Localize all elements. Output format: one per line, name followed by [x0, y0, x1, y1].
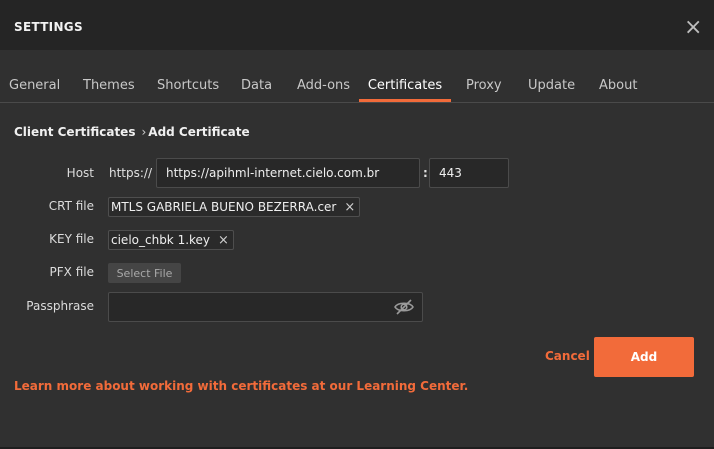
- port-input-value: 443: [439, 166, 462, 180]
- tab-certificates[interactable]: Certificates: [359, 78, 451, 102]
- crt-file-name: MTLS GABRIELA BUENO BEZERRA.cer: [111, 200, 337, 214]
- select-file-button[interactable]: Select File: [108, 263, 181, 283]
- tab-data[interactable]: Data: [241, 78, 272, 102]
- passphrase-label: Passphrase: [26, 299, 94, 313]
- host-label: Host: [66, 166, 94, 180]
- host-input[interactable]: https://apihml-internet.cielo.com.br: [156, 158, 420, 188]
- cancel-button[interactable]: Cancel: [545, 349, 590, 363]
- crt-file-label: CRT file: [48, 199, 94, 213]
- breadcrumb-separator-icon: ›: [141, 125, 147, 139]
- host-port-separator: :: [423, 166, 428, 180]
- close-icon[interactable]: ×: [218, 233, 229, 248]
- close-icon[interactable]: ×: [344, 200, 355, 215]
- dialog-header: SETTINGS ×: [0, 0, 714, 50]
- breadcrumb-add-certificate: Add Certificate: [148, 125, 250, 139]
- key-file-chip: cielo_chbk 1.key ×: [108, 230, 234, 250]
- tab-general[interactable]: General: [9, 78, 60, 102]
- pfx-file-label: PFX file: [49, 265, 94, 279]
- tab-themes[interactable]: Themes: [83, 78, 135, 102]
- tab-shortcuts[interactable]: Shortcuts: [157, 78, 219, 102]
- tab-proxy[interactable]: Proxy: [466, 78, 502, 102]
- close-icon[interactable]: ×: [684, 17, 702, 39]
- dialog-title: SETTINGS: [14, 20, 83, 34]
- tab-update[interactable]: Update: [528, 78, 575, 102]
- eye-off-icon[interactable]: [393, 298, 415, 316]
- add-button[interactable]: Add: [594, 337, 694, 377]
- passphrase-input[interactable]: [108, 292, 423, 322]
- learning-center-link[interactable]: Learn more about working with certificat…: [14, 379, 468, 393]
- breadcrumb: Client Certificates › Add Certificate: [14, 125, 250, 139]
- key-file-name: cielo_chbk 1.key: [111, 233, 211, 247]
- settings-tabs: General Themes Shortcuts Data Add-ons Ce…: [0, 68, 714, 103]
- crt-file-chip: MTLS GABRIELA BUENO BEZERRA.cer ×: [108, 197, 361, 217]
- host-protocol-prefix: https://: [109, 166, 153, 180]
- tab-add-ons[interactable]: Add-ons: [297, 78, 350, 102]
- breadcrumb-client-certificates[interactable]: Client Certificates: [14, 125, 135, 139]
- port-input[interactable]: 443: [429, 158, 509, 188]
- key-file-label: KEY file: [49, 232, 94, 246]
- tab-about[interactable]: About: [599, 78, 637, 102]
- host-input-value: https://apihml-internet.cielo.com.br: [166, 166, 380, 180]
